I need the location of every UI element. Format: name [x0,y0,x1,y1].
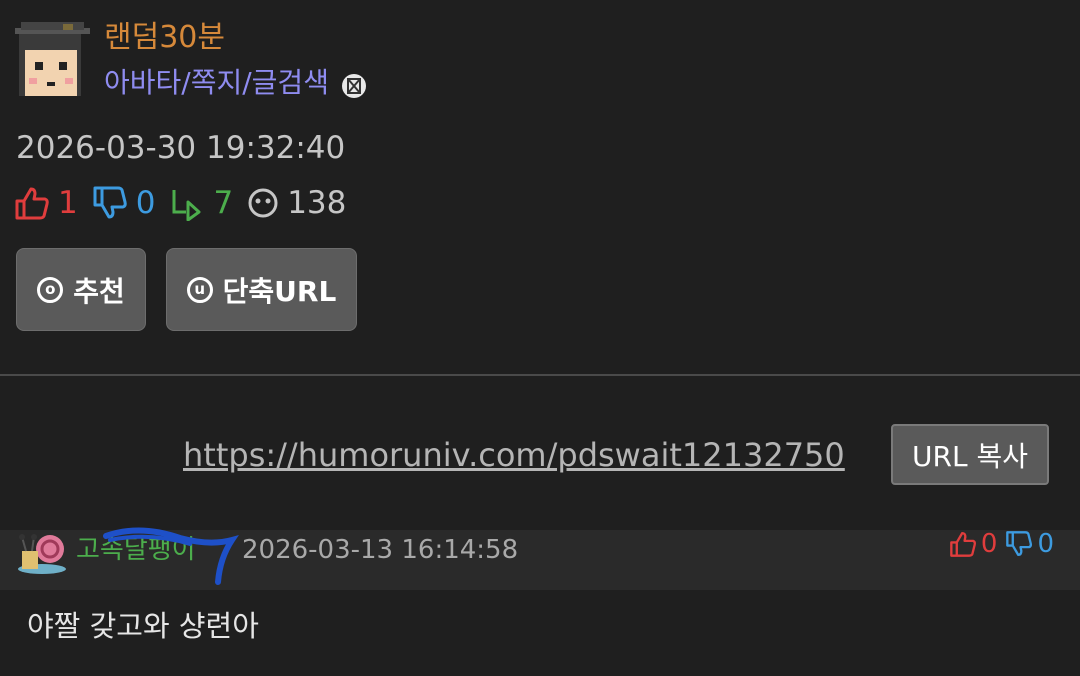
thumbs-down-icon [93,186,127,219]
scribble-redaction [103,527,239,585]
post-view: 랜덤30분 아바타/쪽지/글검색 2026-03-30 19:32:40 1 0 [0,0,1080,676]
comment-up-count: 0 [980,529,998,559]
comment-down[interactable]: 0 [1005,529,1054,559]
dislike-count: 0 [135,185,156,221]
short-url-icon: u [186,276,213,303]
copy-url-button[interactable]: URL 복사 [891,424,1049,485]
view-stat: 138 [247,181,346,225]
author-links[interactable]: 아바타/쪽지/글검색 [104,63,329,103]
recommend-stat: 1 [14,181,78,225]
thumbs-up-icon [15,187,49,220]
reply-count: 7 [213,185,234,221]
short-url-button-label: 단축URL [222,274,337,308]
view-face-icon [248,188,278,218]
comment-text: 야짤 갖고와 샹련아 [27,609,259,643]
comment-votes: 0 0 [941,526,1054,562]
author-avatar[interactable] [15,22,90,98]
reply-arrow-icon [172,190,201,221]
post-stats: 1 0 7 138 [14,181,360,225]
reply-stat: 7 [169,181,233,225]
dislike-stat: 0 [92,181,156,225]
recommend-count: 1 [58,185,78,221]
recommend-icon: o [37,276,64,303]
recommend-button-label: 추천 [73,274,125,308]
comment-down-count: 0 [1037,529,1054,559]
block-icon[interactable] [341,70,367,98]
author-nickname[interactable]: 랜덤30분 [104,18,225,58]
view-count: 138 [287,185,347,221]
thumbs-up-icon [950,531,976,557]
thumbs-down-icon [1006,531,1033,557]
author-menu: 아바타/쪽지/글검색 [104,63,367,103]
snail-icon[interactable] [16,531,68,575]
comment-up[interactable]: 0 [949,529,998,559]
short-url-link[interactable]: https://humoruniv.com/pdswait12132750 [183,433,845,477]
short-url-button[interactable]: u 단축URL [166,248,357,331]
post-date: 2026-03-30 19:32:40 [16,130,346,166]
comment-date: 2026-03-13 16:14:58 [242,535,519,565]
recommend-button[interactable]: o 추천 [16,248,146,331]
section-divider [0,374,1080,376]
